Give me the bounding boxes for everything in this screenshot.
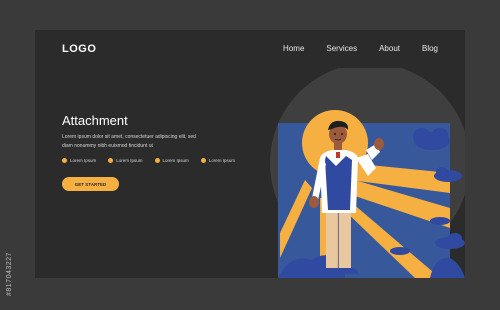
feature-bullet-label: Lorem Ipsum xyxy=(208,158,236,163)
hero-description: Lorem ipsum dolor sit amet, consectetuer… xyxy=(62,134,196,149)
feature-bullets: Lorem Ipsum Lorem Ipsum Lorem Ipsum Lore… xyxy=(62,158,235,163)
bullet-dot-icon xyxy=(200,158,206,163)
nav-link-blog[interactable]: Blog xyxy=(422,44,438,53)
nav-links: Home Services About Blog xyxy=(283,44,438,53)
cloud-icon xyxy=(430,217,450,225)
feature-bullet: Lorem Ipsum xyxy=(108,158,143,163)
hero-title: Attachment xyxy=(62,113,128,128)
stock-id-label: #817043227 xyxy=(6,252,13,296)
feature-bullet: Lorem Ipsum xyxy=(200,158,236,163)
feature-bullet-label: Lorem Ipsum xyxy=(116,158,143,163)
landing-page: LOGO Home Services About Blog Attachment… xyxy=(35,30,465,278)
nav-link-home[interactable]: Home xyxy=(283,44,304,53)
feature-bullet-label: Lorem Ipsum xyxy=(162,158,189,163)
nav-link-about[interactable]: About xyxy=(379,44,400,53)
nav-link-services[interactable]: Services xyxy=(326,44,357,53)
bullet-dot-icon xyxy=(154,158,160,163)
feature-bullet: Lorem Ipsum xyxy=(62,158,96,163)
hero-illustration xyxy=(270,68,465,278)
get-started-button[interactable]: GET STARTED xyxy=(62,177,119,191)
logo[interactable]: LOGO xyxy=(62,43,96,55)
cloud-icon xyxy=(390,247,410,255)
feature-bullet: Lorem Ipsum xyxy=(154,158,189,163)
bullet-dot-icon xyxy=(62,158,67,163)
top-navigation: LOGO Home Services About Blog xyxy=(35,30,465,70)
feature-bullet-label: Lorem Ipsum xyxy=(70,158,97,163)
bullet-dot-icon xyxy=(108,158,114,163)
